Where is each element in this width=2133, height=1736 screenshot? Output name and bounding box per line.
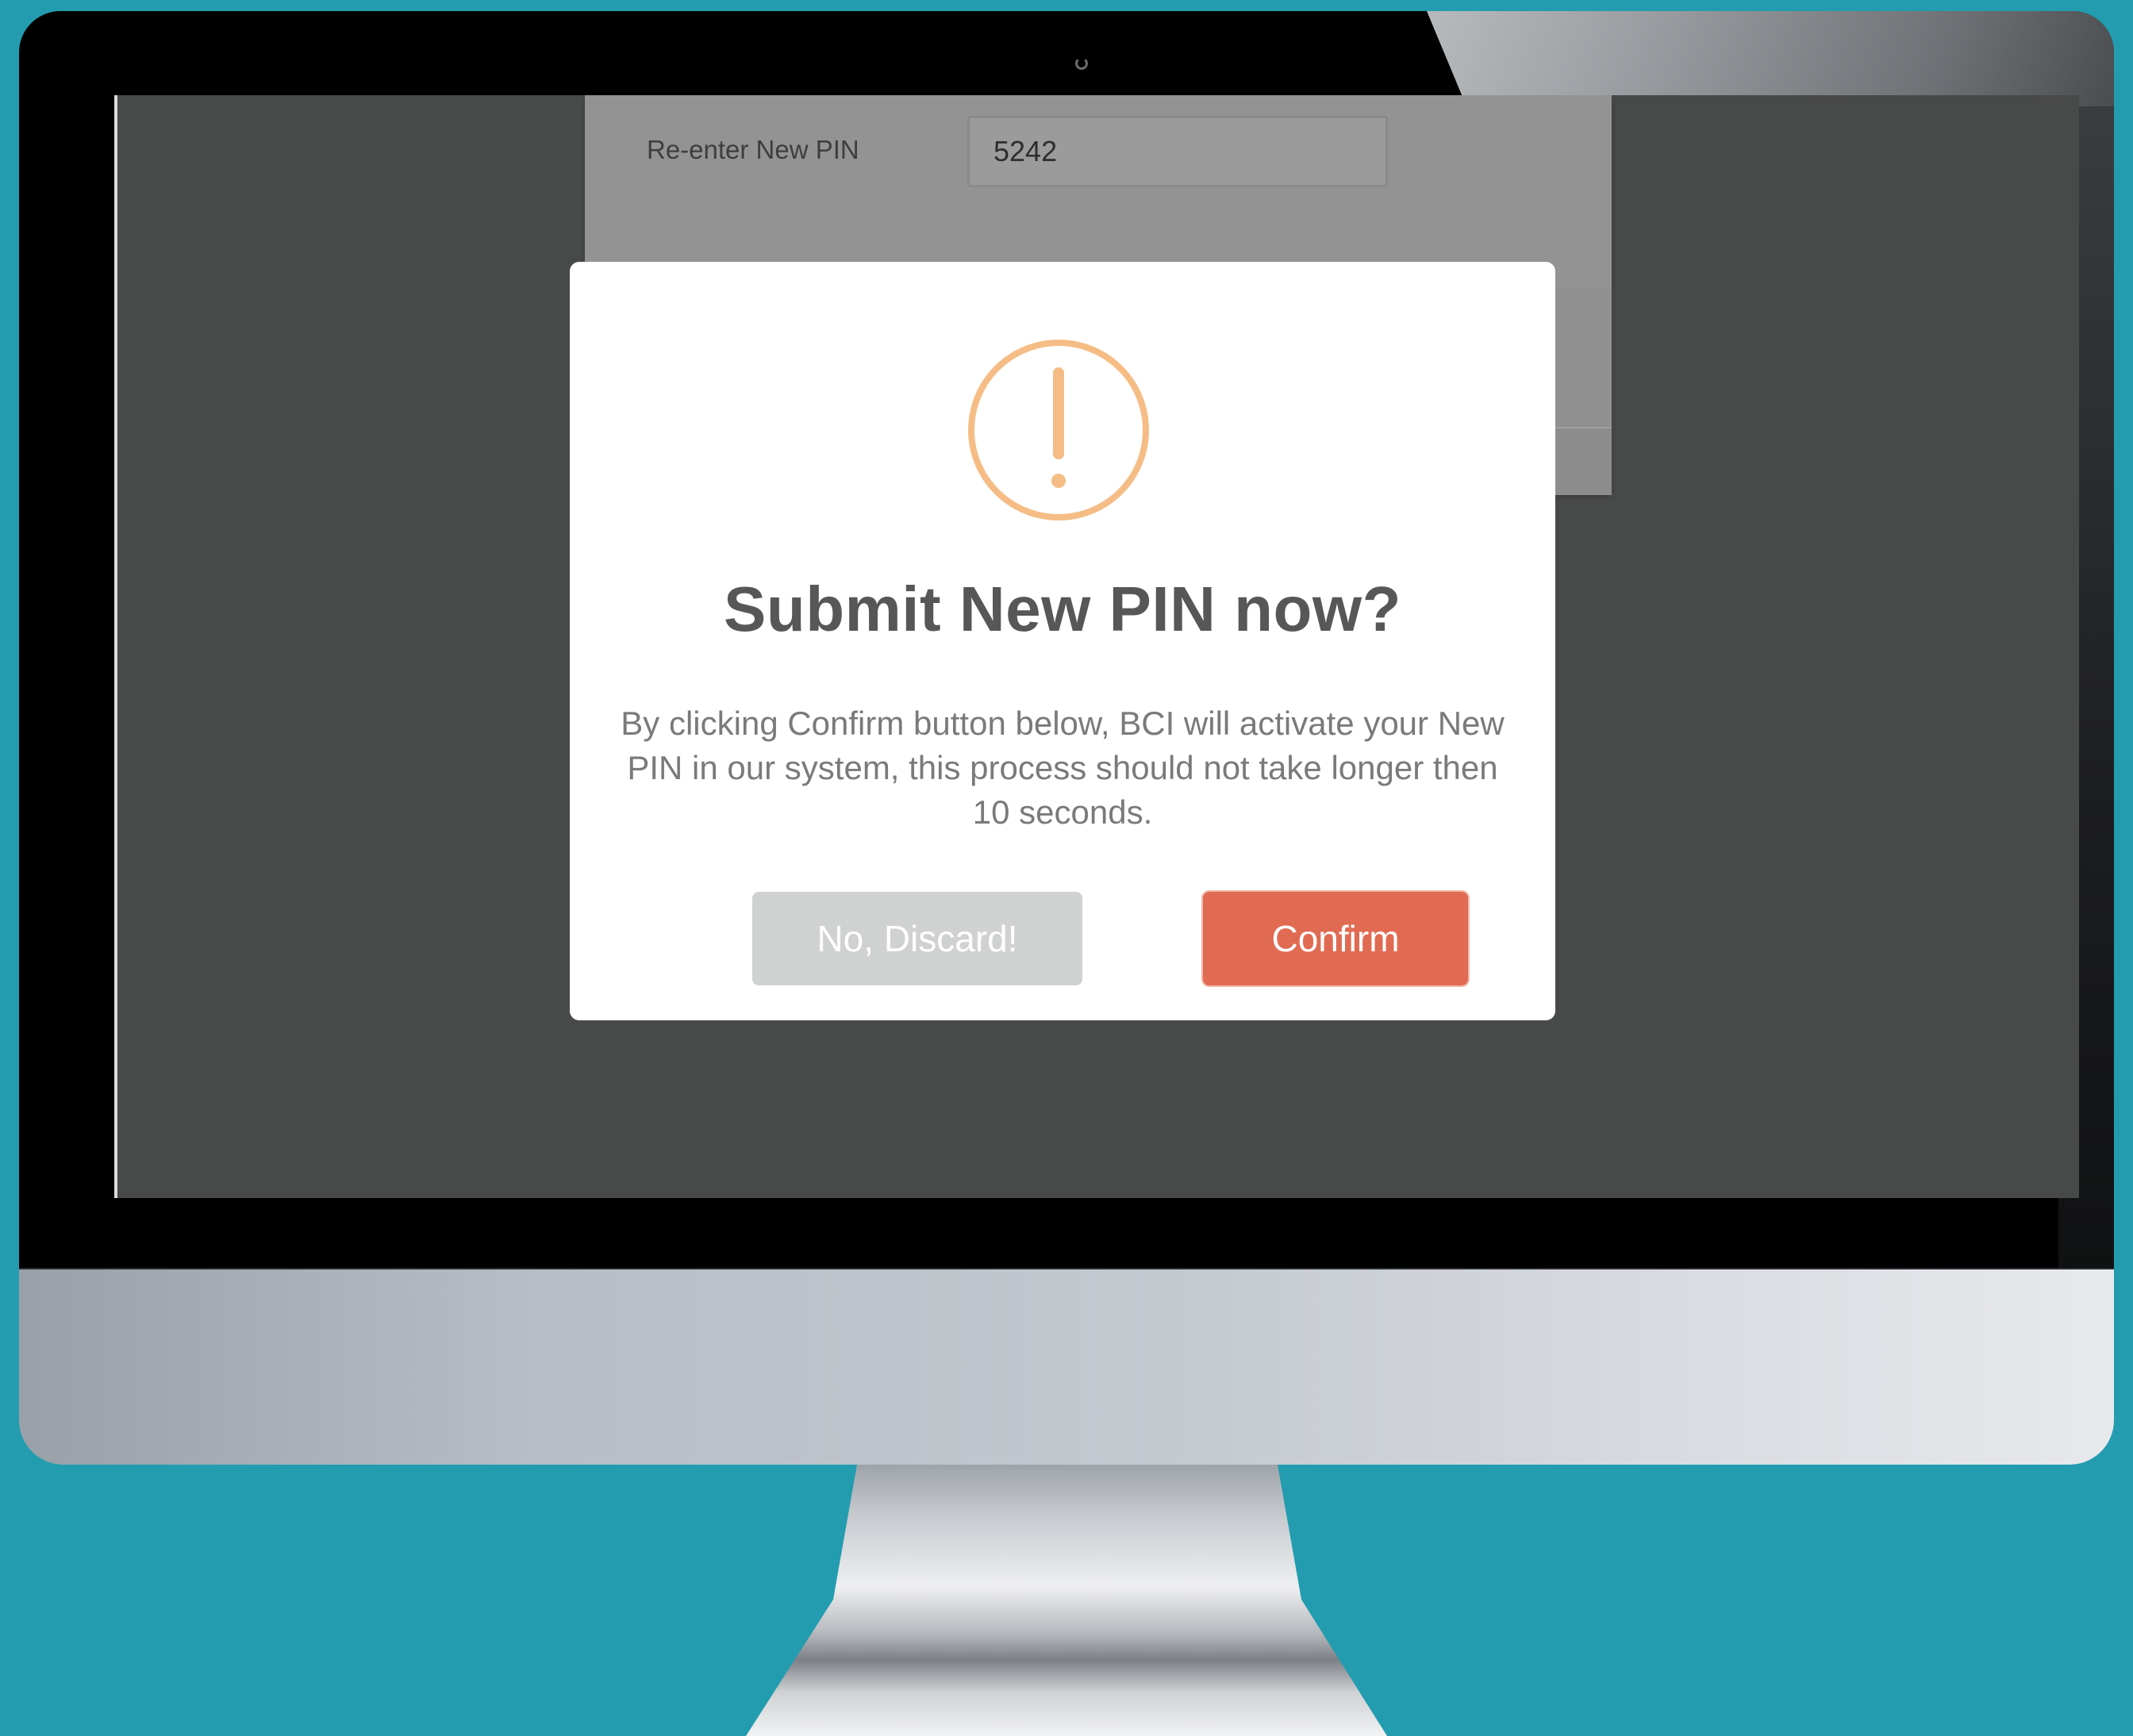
warning-exclamation-icon — [968, 340, 1149, 520]
monitor-chin — [19, 1269, 2114, 1465]
monitor-bezel: Re-enter New PIN 5242 Submit New PIN now… — [19, 11, 2114, 1273]
reenter-pin-input: 5242 — [967, 116, 1388, 187]
screen-edge — [114, 95, 117, 1198]
dialog-title: Submit New PIN now? — [724, 574, 1401, 644]
bezel-glare — [1427, 11, 2114, 106]
camera-icon — [1075, 57, 1088, 70]
reenter-pin-label: Re-enter New PIN — [647, 135, 859, 164]
dialog-message: By clicking Confirm button below, BCI wi… — [621, 705, 1505, 831]
confirm-button[interactable]: Confirm — [1203, 892, 1468, 985]
screen: Re-enter New PIN 5242 Submit New PIN now… — [114, 95, 2079, 1198]
confirm-dialog: Submit New PIN now? By clicking Confirm … — [570, 262, 1555, 1020]
monitor-stand — [746, 1465, 1387, 1736]
discard-button[interactable]: No, Discard! — [752, 892, 1082, 985]
